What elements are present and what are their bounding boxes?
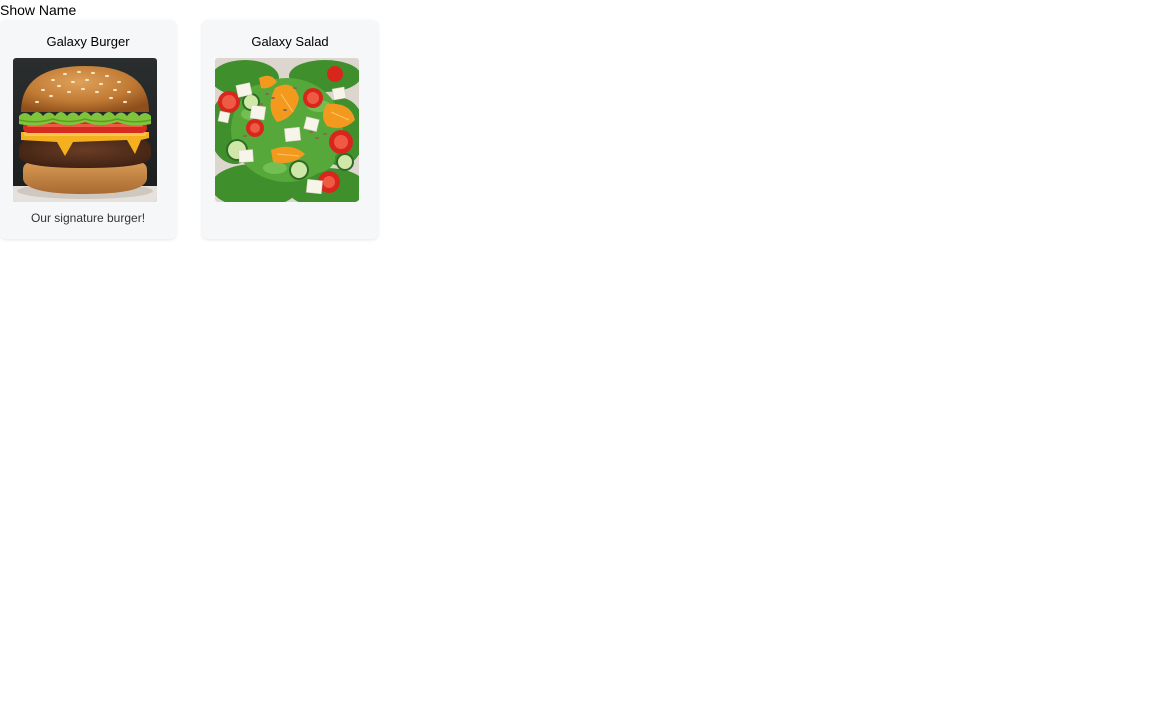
card-title: Galaxy Burger	[46, 34, 130, 49]
burger-photo	[13, 58, 157, 202]
card-description: Our signature burger!	[30, 211, 146, 225]
show-name-toggle[interactable]: Show Name	[0, 1, 76, 19]
menu-card-galaxy-salad[interactable]: Galaxy Salad	[202, 20, 378, 239]
menu-card-galaxy-burger[interactable]: Galaxy Burger Our signature burger!	[0, 20, 176, 239]
card-title: Galaxy Salad	[251, 34, 329, 49]
menu-card-list: Galaxy Burger Our signature burger! Gala…	[0, 20, 420, 250]
salad-photo	[215, 58, 359, 202]
